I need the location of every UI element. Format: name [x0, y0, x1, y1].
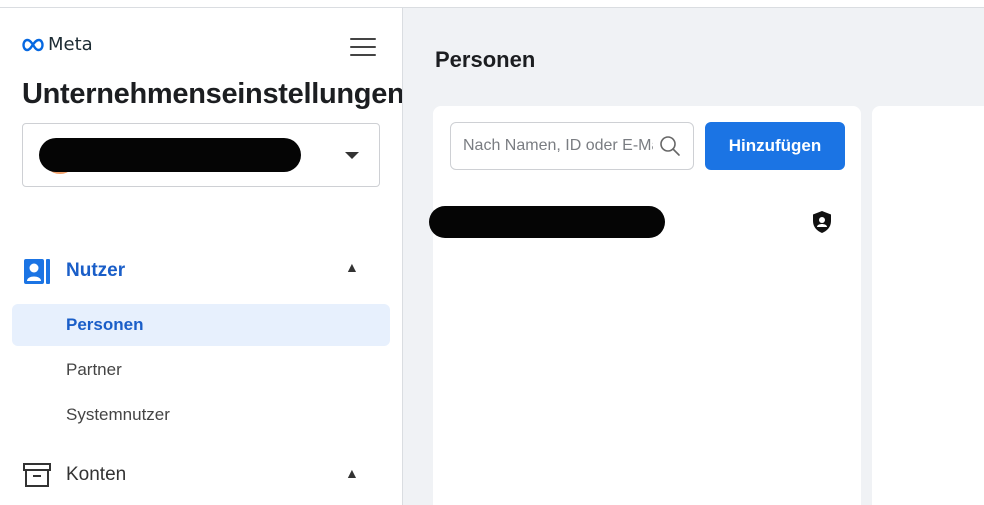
top-bar [0, 0, 984, 8]
hamburger-menu-icon[interactable] [350, 36, 376, 58]
inbox-icon [23, 463, 51, 487]
search-icon[interactable] [659, 135, 681, 157]
users-icon [24, 259, 50, 284]
redacted-person-name [429, 206, 665, 238]
nav-section-label: Nutzer [66, 260, 126, 281]
sidebar-item-label: Systemnutzer [66, 405, 170, 424]
sidebar-item-personen[interactable]: Personen [12, 304, 390, 346]
person-detail-panel [872, 106, 984, 505]
caret-down-icon [345, 152, 359, 159]
sidebar: Meta Unternehmenseinstellungen Nutzer ▲ … [0, 8, 403, 505]
search-box[interactable] [450, 122, 694, 170]
sidebar-item-label: Personen [66, 315, 144, 334]
page-title: Personen [435, 47, 536, 72]
people-list-panel: Hinzufügen [429, 106, 861, 505]
nav-section-nutzer[interactable]: Nutzer ▲ [22, 256, 359, 286]
business-account-dropdown[interactable] [22, 123, 380, 187]
meta-infinity-icon [22, 38, 44, 51]
sidebar-item-label: Partner [66, 360, 122, 379]
redacted-account-name [39, 138, 301, 172]
search-input[interactable] [463, 123, 653, 169]
admin-shield-icon [813, 211, 831, 233]
chevron-up-icon[interactable]: ▲ [345, 259, 359, 275]
person-row[interactable] [429, 202, 861, 246]
meta-logo[interactable]: Meta [22, 34, 93, 55]
chevron-up-icon[interactable]: ▲ [345, 465, 359, 481]
app-title: Unternehmenseinstellungen [22, 78, 403, 110]
sidebar-item-partner[interactable]: Partner [12, 349, 390, 391]
nav-section-konten[interactable]: Konten ▲ [22, 462, 359, 488]
sidebar-item-systemnutzer[interactable]: Systemnutzer [12, 394, 390, 436]
nav-section-label: Konten [66, 464, 127, 485]
logo-text: Meta [48, 34, 93, 55]
add-person-button[interactable]: Hinzufügen [705, 122, 845, 170]
